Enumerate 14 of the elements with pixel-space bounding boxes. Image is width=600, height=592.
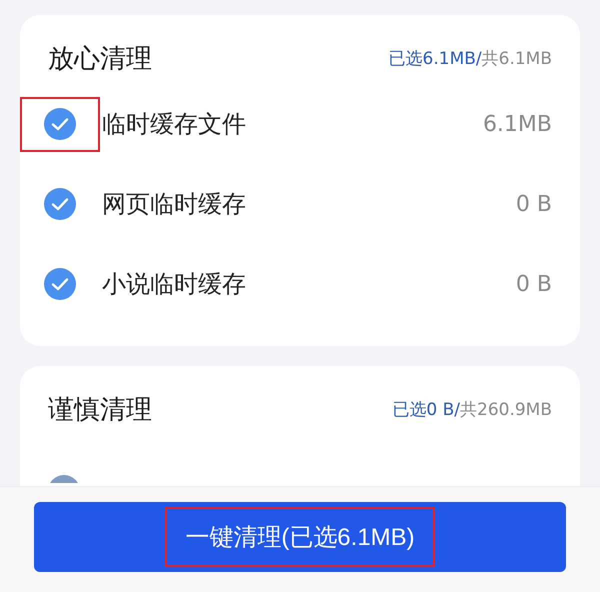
- size-summary: 已选0 B/共260.9MB: [392, 399, 552, 421]
- section-title: 放心清理: [48, 43, 152, 76]
- checkbox[interactable]: [44, 108, 76, 140]
- item-label: 网页临时缓存: [101, 189, 247, 220]
- checkbox[interactable]: [44, 268, 76, 300]
- clean-button[interactable]: 一键清理(已选6.1MB): [34, 502, 566, 572]
- size-summary: 已选6.1MB/共6.1MB: [388, 48, 552, 70]
- item-label: 临时缓存文件: [101, 109, 247, 140]
- item-label: 小说临时缓存: [101, 269, 247, 300]
- section-title: 谨慎清理: [48, 394, 152, 427]
- item-size: 0 B: [516, 192, 552, 216]
- item-size: 6.1MB: [482, 112, 552, 136]
- checkbox[interactable]: [44, 188, 76, 220]
- item-size: 0 B: [516, 272, 552, 296]
